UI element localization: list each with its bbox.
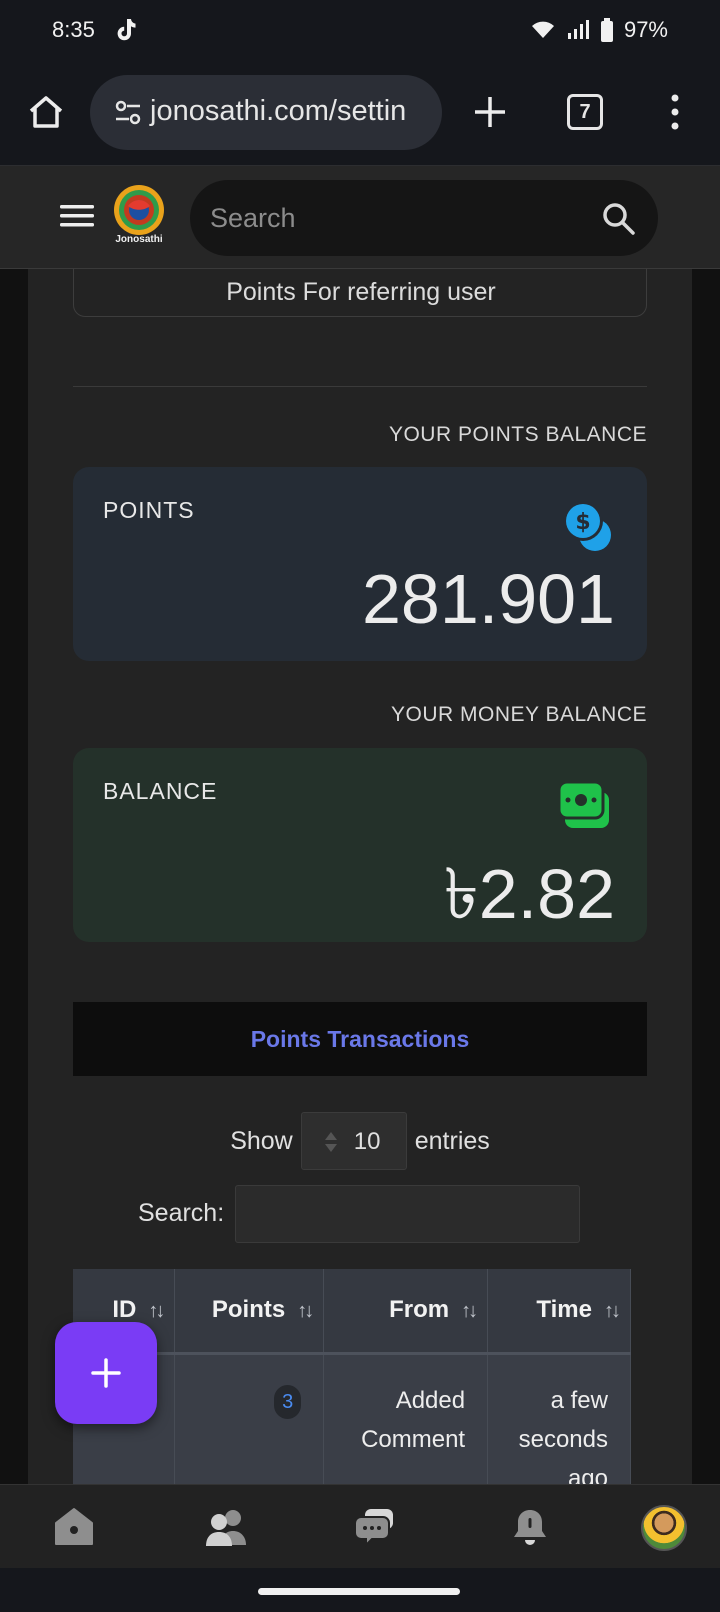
- entries-select-value: 10: [353, 1128, 381, 1155]
- referral-points-text: Points For referring user: [226, 278, 496, 306]
- profile-avatar[interactable]: [641, 1505, 687, 1551]
- hamburger-menu-icon[interactable]: [60, 202, 94, 230]
- money-balance-heading: YOUR MONEY BALANCE: [390, 703, 647, 726]
- sort-icon: ↑↓: [148, 1300, 165, 1323]
- site-search-box[interactable]: [190, 180, 658, 256]
- nav-notifications[interactable]: [506, 1503, 554, 1551]
- url-text[interactable]: jonosathi.com/settin: [150, 95, 406, 128]
- entries-length-control: Show 10 entries: [28, 1112, 692, 1170]
- gesture-handle[interactable]: [258, 1588, 460, 1595]
- balance-value: ৳2.82: [443, 855, 615, 933]
- battery-percent: 97%: [623, 17, 668, 42]
- create-post-fab[interactable]: [55, 1322, 157, 1424]
- logo-emblem: [114, 185, 164, 235]
- entries-label: entries: [414, 1126, 490, 1155]
- referral-points-card: Points For referring user: [73, 269, 647, 317]
- column-header-time[interactable]: Time ↑↓: [487, 1269, 631, 1355]
- status-time: 8:35: [52, 17, 95, 42]
- column-header-points[interactable]: Points ↑↓: [174, 1269, 325, 1355]
- points-balance-card: POINTS $ 281.901: [73, 467, 647, 661]
- tab-count: 7: [579, 100, 591, 123]
- home-icon: [29, 96, 63, 128]
- money-balance-card: BALANCE ৳2.82: [73, 748, 647, 942]
- tab-points-transactions[interactable]: Points Transactions: [73, 1002, 647, 1076]
- plus-icon: [91, 1358, 121, 1388]
- table-search-row: Search:: [28, 1185, 692, 1243]
- signal-icon: [567, 20, 589, 39]
- site-header: Jonosathi: [0, 166, 720, 269]
- notifications-icon: [514, 1510, 546, 1545]
- nav-home[interactable]: [50, 1503, 98, 1551]
- svg-text:$: $: [575, 510, 590, 535]
- sort-icon: ↑↓: [604, 1300, 621, 1323]
- show-label: Show: [230, 1126, 293, 1155]
- points-balance-heading: YOUR POINTS BALANCE: [388, 423, 647, 446]
- money-icon: [559, 780, 609, 828]
- browser-home-button[interactable]: [22, 88, 70, 136]
- table-search-input[interactable]: [235, 1185, 580, 1243]
- bottom-nav: [0, 1484, 720, 1568]
- address-bar[interactable]: jonosathi.com/settin: [90, 75, 442, 150]
- points-badge: 3: [274, 1384, 302, 1419]
- site-settings-icon[interactable]: [114, 100, 142, 126]
- page-gutter-right: [692, 269, 720, 1484]
- battery-icon: [600, 18, 613, 42]
- select-arrows-icon: [324, 1132, 337, 1152]
- tiktok-icon: [117, 19, 136, 41]
- table-search-label: Search:: [138, 1199, 225, 1227]
- browser-toolbar: jonosathi.com/settin 7: [0, 62, 720, 166]
- friends-icon: [206, 1510, 246, 1546]
- wifi-icon: [531, 21, 554, 38]
- points-label: POINTS: [103, 497, 195, 523]
- nav-messages[interactable]: [350, 1503, 398, 1551]
- coins-icon: $: [563, 501, 611, 551]
- cell-from: Added Comment: [323, 1353, 489, 1484]
- section-divider: [73, 386, 647, 387]
- browser-menu-button[interactable]: [665, 92, 685, 132]
- column-header-from[interactable]: From ↑↓: [323, 1269, 489, 1355]
- sort-icon: ↑↓: [297, 1300, 314, 1323]
- page-gutter-left: [0, 269, 28, 1484]
- cell-points: 3: [174, 1353, 325, 1484]
- logo-text: Jonosathi: [115, 234, 163, 245]
- tab-switcher-button[interactable]: 7: [567, 94, 603, 130]
- home-icon: [55, 1508, 93, 1545]
- site-logo[interactable]: Jonosathi: [108, 184, 170, 250]
- search-icon[interactable]: [602, 202, 636, 236]
- points-value: 281.901: [361, 560, 615, 638]
- settings-main: Points For referring user YOUR POINTS BA…: [28, 269, 692, 1484]
- cell-time: a few seconds ago: [487, 1353, 631, 1484]
- nav-friends[interactable]: [202, 1503, 250, 1551]
- status-bar: 8:35 97%: [0, 0, 720, 62]
- site-search-input[interactable]: [210, 180, 590, 256]
- sort-icon: ↑↓: [461, 1300, 478, 1323]
- system-gesture-area: [0, 1568, 720, 1612]
- balance-label: BALANCE: [103, 778, 218, 804]
- new-tab-button[interactable]: [470, 92, 510, 132]
- entries-select[interactable]: 10: [300, 1112, 407, 1170]
- messages-icon: [354, 1509, 393, 1547]
